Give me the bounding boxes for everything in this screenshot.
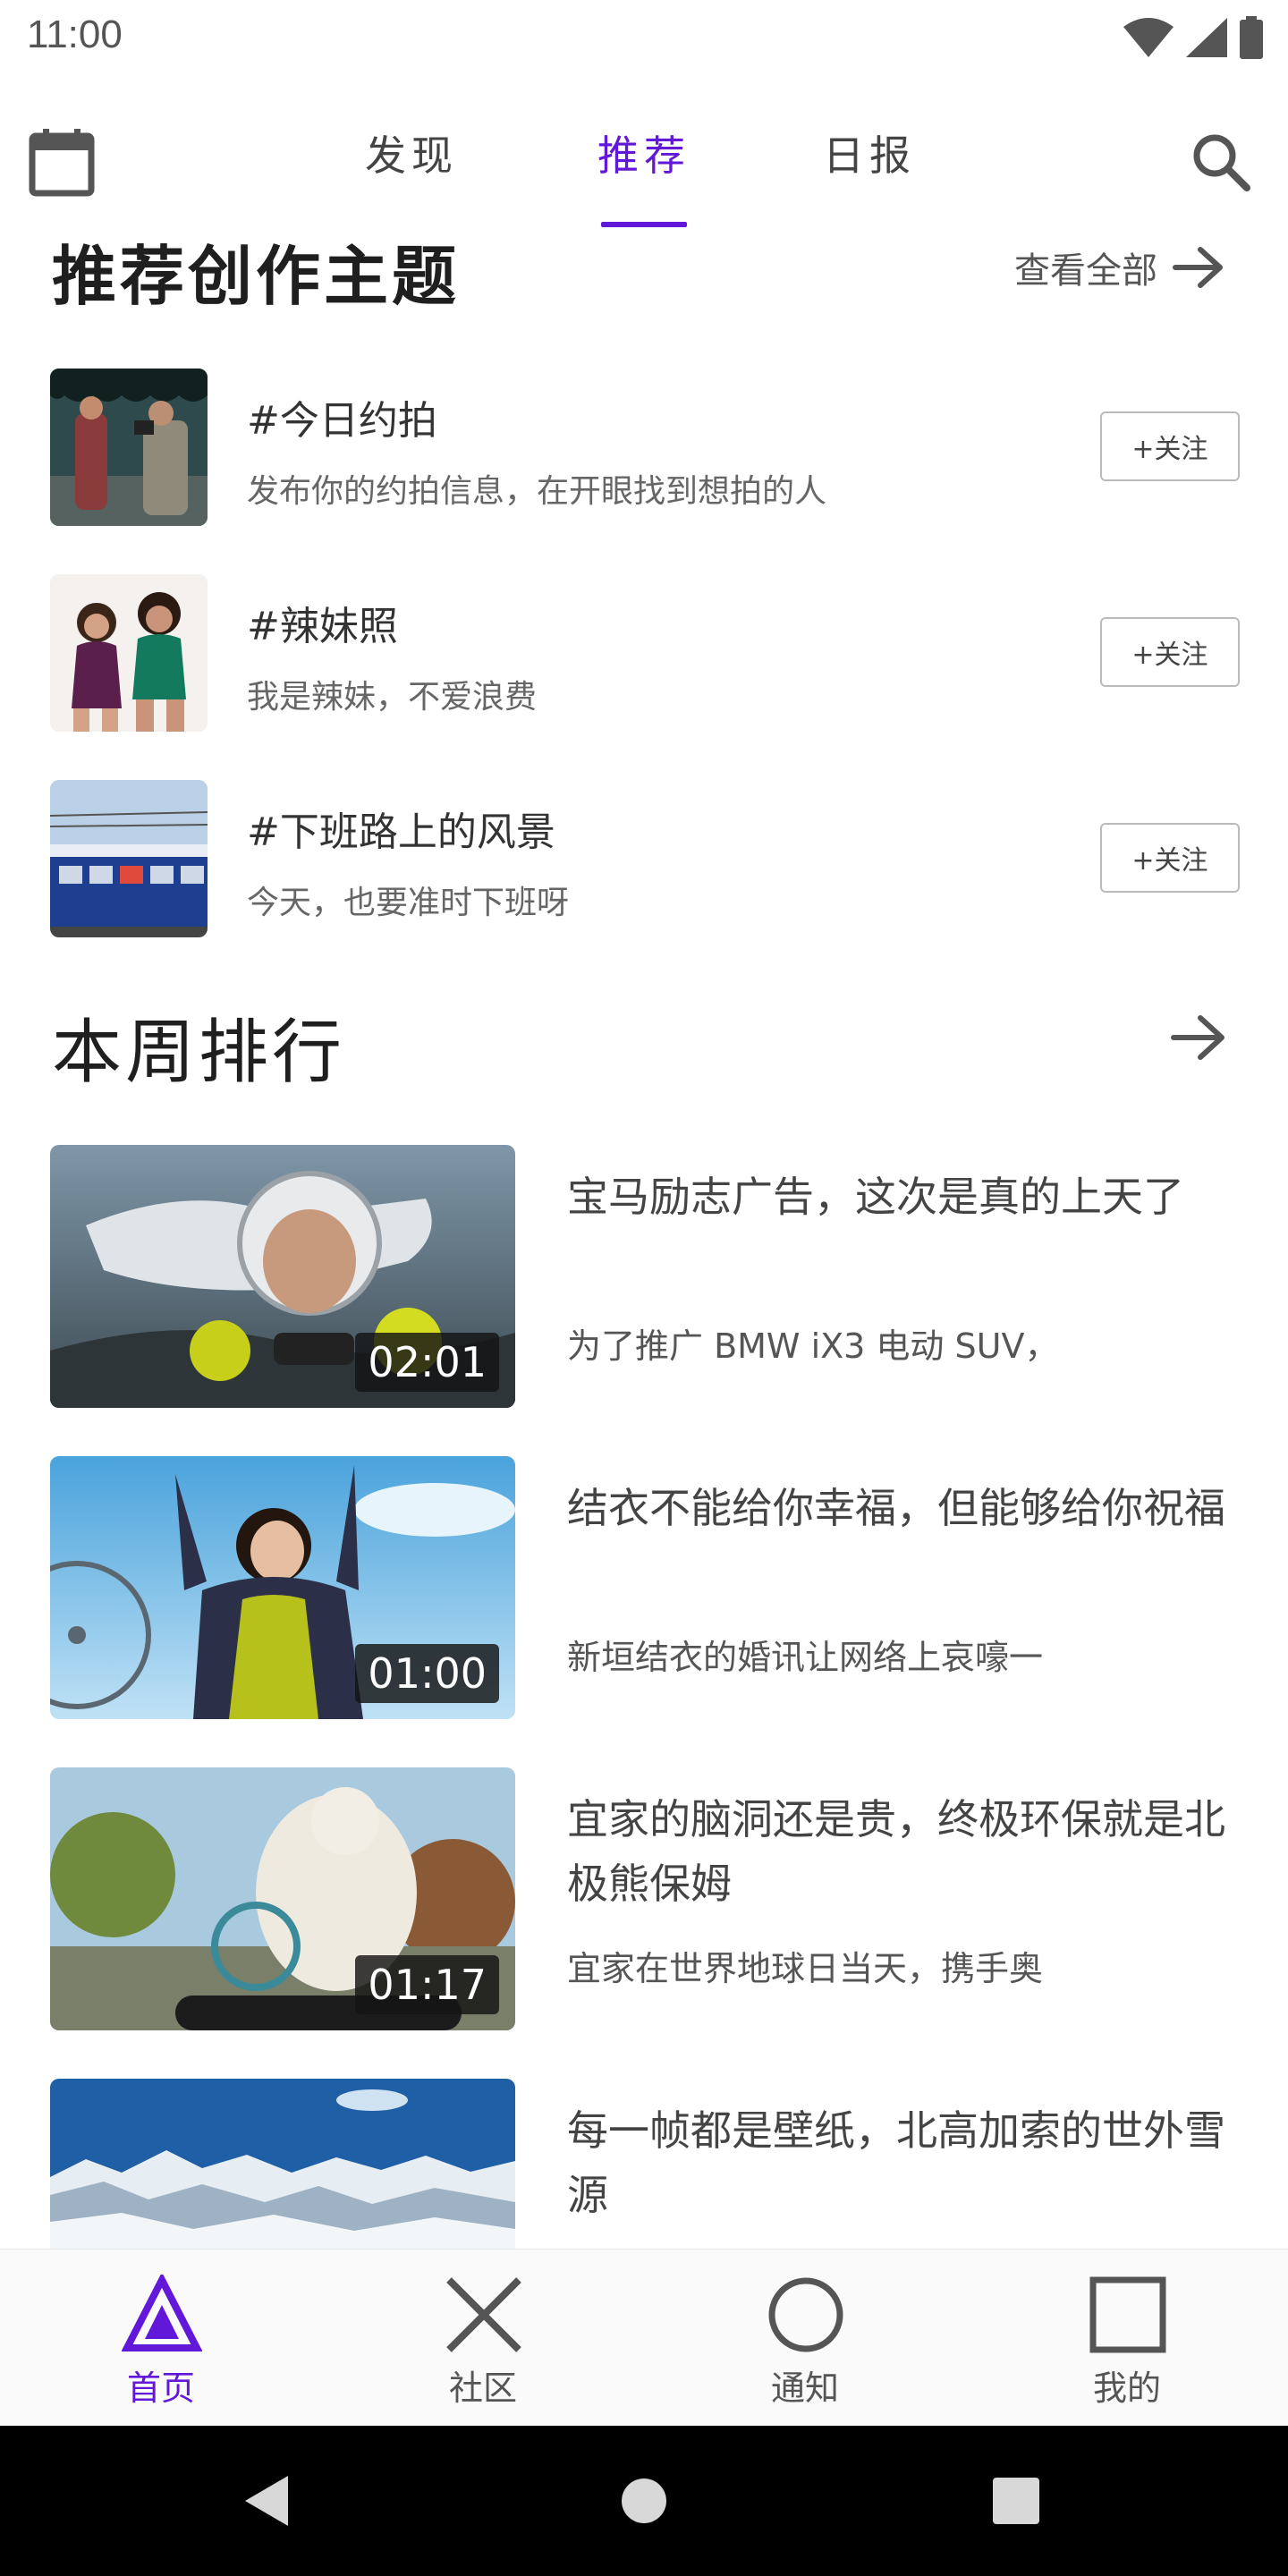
video-title: 宜家的脑洞还是贵，终极环保就是北极熊保姆 (567, 1795, 1225, 1908)
topic-item[interactable]: #下班路上的风景 今天，也要准时下班呀 +关注 (50, 780, 1240, 937)
home-triangle-icon (122, 2275, 202, 2351)
follow-button[interactable]: +关注 (1100, 823, 1240, 893)
active-tab-indicator (601, 222, 687, 227)
video-item[interactable]: 每一帧都是壁纸，北高加索的世外雪源 (50, 2079, 1240, 2249)
video-item[interactable]: 02:01 宝马励志广告，这次是真的上天了 为了推广 BMW iX3 电动 SU… (50, 1145, 1240, 1408)
calendar-icon (29, 129, 95, 197)
topics-section-title: 推荐创作主题 (52, 239, 461, 314)
nav-item-profile[interactable]: 我的 (966, 2250, 1288, 2427)
see-all-label: 查看全部 (1014, 250, 1157, 292)
topic-thumbnail[interactable] (50, 369, 208, 526)
main-content[interactable]: 推荐创作主题 查看全部 #今日约拍 发布你的约拍信息，在开眼找到想拍的人 +关注 (0, 238, 1288, 2249)
topic-description: 我是辣妹，不爱浪费 (247, 679, 538, 716)
video-description: 宜家在世界地球日当天，携手奥 (567, 1949, 1044, 1988)
tab-recommend[interactable]: 推荐 (555, 111, 733, 238)
nav-label-profile: 我的 (1092, 2368, 1161, 2408)
search-button[interactable] (1190, 131, 1252, 193)
tab-discover-label: 发现 (365, 131, 458, 180)
signal-icon (1186, 18, 1227, 57)
topic-thumbnail[interactable] (50, 574, 208, 732)
video-item[interactable]: 01:00 结衣不能给你幸福，但能够给你祝福 新垣结衣的婚讯让网络上哀嚎一 (50, 1456, 1240, 1719)
video-duration: 02:01 (355, 1333, 499, 1392)
system-navigation-bar (0, 2426, 1288, 2576)
battery-icon (1240, 16, 1263, 59)
status-bar: 11:00 (0, 0, 1288, 75)
square-icon (1089, 2276, 1166, 2353)
nav-item-community[interactable]: 社区 (322, 2250, 644, 2427)
video-thumbnail[interactable]: 02:01 (50, 1145, 515, 1408)
topic-description: 发布你的约拍信息，在开眼找到想拍的人 (247, 473, 827, 510)
status-time: 11:00 (27, 13, 123, 56)
status-icons (1123, 14, 1263, 61)
video-description: 新垣结衣的婚讯让网络上哀嚎一 (567, 1638, 1044, 1677)
video-title: 每一帧都是壁纸，北高加索的世外雪源 (567, 2106, 1225, 2219)
video-duration: 01:17 (355, 1955, 499, 2014)
follow-button[interactable]: +关注 (1100, 617, 1240, 687)
wifi-icon (1123, 18, 1174, 57)
topic-description: 今天，也要准时下班呀 (247, 885, 570, 921)
arrow-right-icon (1171, 1015, 1224, 1060)
arrow-right-icon (1173, 247, 1223, 288)
tab-recommend-label: 推荐 (597, 131, 691, 180)
video-thumbnail[interactable]: 01:00 (50, 1456, 515, 1719)
close-x-icon (446, 2277, 521, 2352)
nav-label-notifications: 通知 (770, 2368, 839, 2408)
tab-discover[interactable]: 发现 (322, 111, 501, 238)
nav-label-home: 首页 (126, 2368, 195, 2408)
topic-item[interactable]: #今日约拍 发布你的约拍信息，在开眼找到想拍的人 +关注 (50, 369, 1240, 526)
follow-button[interactable]: +关注 (1100, 411, 1240, 481)
topic-title: #下班路上的风景 (247, 809, 555, 855)
video-duration: 01:00 (355, 1644, 499, 1703)
top-app-bar: 发现 推荐 日报 (0, 75, 1288, 238)
recents-icon[interactable] (987, 2472, 1045, 2529)
tab-daily-label: 日报 (823, 131, 916, 180)
back-icon[interactable] (240, 2472, 297, 2529)
video-title: 结衣不能给你幸福，但能够给你祝福 (567, 1484, 1225, 1532)
search-icon (1193, 134, 1250, 191)
topic-thumbnail[interactable] (50, 780, 208, 937)
video-title: 宝马励志广告，这次是真的上天了 (567, 1173, 1184, 1221)
circle-icon (768, 2277, 843, 2352)
nav-label-community: 社区 (448, 2368, 517, 2408)
video-description: 为了推广 BMW iX3 电动 SUV， (567, 1326, 1059, 1366)
topic-title: #今日约拍 (247, 398, 437, 444)
topic-title: #辣妹照 (247, 604, 398, 649)
calendar-button[interactable] (29, 129, 95, 197)
home-icon[interactable] (615, 2472, 673, 2529)
nav-item-notifications[interactable]: 通知 (644, 2250, 966, 2427)
topic-item[interactable]: #辣妹照 我是辣妹，不爱浪费 +关注 (50, 574, 1240, 732)
ranking-section-title: 本周排行 (52, 1013, 346, 1093)
nav-item-home[interactable]: 首页 (0, 2250, 322, 2427)
video-thumbnail[interactable] (50, 2079, 515, 2249)
video-item[interactable]: 01:17 宜家的脑洞还是贵，终极环保就是北极熊保姆 宜家在世界地球日当天，携手… (50, 1767, 1240, 2030)
top-tabs: 发现 推荐 日报 (322, 111, 966, 238)
ranking-more-button[interactable] (1170, 1009, 1227, 1066)
see-all-link[interactable]: 查看全部 (1014, 242, 1225, 293)
tab-daily[interactable]: 日报 (780, 111, 959, 238)
bottom-navigation: 首页 社区 通知 我的 (0, 2249, 1288, 2426)
video-thumbnail[interactable]: 01:17 (50, 1767, 515, 2030)
